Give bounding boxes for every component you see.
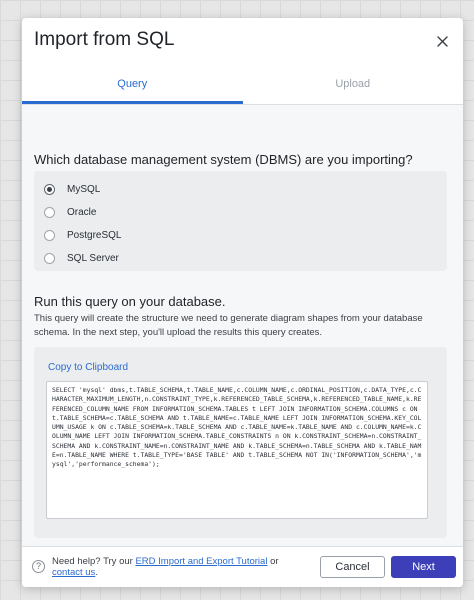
tab-upload[interactable]: Upload (243, 64, 464, 104)
option-label: MySQL (67, 183, 101, 195)
option-sql-server[interactable]: SQL Server (44, 250, 119, 266)
dialog-header: Import from SQL (22, 18, 463, 64)
query-heading: Run this query on your database. (34, 294, 226, 309)
option-label: PostgreSQL (67, 229, 122, 241)
sql-query-text[interactable]: SELECT 'mysql' dbms,t.TABLE_SCHEMA,t.TAB… (46, 381, 428, 519)
copy-to-clipboard-link[interactable]: Copy to Clipboard (48, 362, 128, 373)
import-sql-dialog: Import from SQL Query Upload Which datab… (22, 18, 463, 587)
radio-postgresql[interactable] (44, 229, 55, 241)
dialog-body: Which database management system (DBMS) … (22, 105, 463, 547)
tab-query[interactable]: Query (22, 64, 243, 104)
contact-us-link[interactable]: contact us (52, 567, 95, 578)
option-mysql[interactable]: MySQL (44, 181, 100, 197)
dialog-title: Import from SQL (34, 29, 175, 50)
query-panel: Copy to Clipboard SELECT 'mysql' dbms,t.… (34, 347, 447, 538)
cancel-button[interactable]: Cancel (320, 556, 385, 578)
erd-tutorial-link[interactable]: ERD Import and Export Tutorial (135, 556, 267, 567)
question-circle-icon: ? (32, 560, 45, 573)
query-description: This query will create the structure we … (34, 313, 423, 338)
radio-sql-server[interactable] (44, 252, 55, 264)
help-middle: or (267, 556, 279, 567)
close-icon (436, 35, 448, 47)
help-prefix: Need help? Try our (52, 556, 136, 567)
option-postgresql[interactable]: PostgreSQL (44, 227, 121, 243)
option-oracle[interactable]: Oracle (44, 204, 96, 220)
radio-oracle[interactable] (44, 206, 55, 218)
tab-bar: Query Upload (22, 64, 463, 105)
option-label: SQL Server (67, 252, 119, 264)
help-text: Need help? Try our ERD Import and Export… (52, 556, 302, 578)
next-button[interactable]: Next (391, 556, 456, 578)
option-label: Oracle (67, 206, 97, 218)
dbms-options: MySQL Oracle PostgreSQL SQL Server (34, 171, 447, 271)
dbms-question: Which database management system (DBMS) … (34, 152, 413, 167)
radio-mysql[interactable] (44, 183, 55, 195)
dialog-footer: ? Need help? Try our ERD Import and Expo… (22, 546, 463, 587)
help-suffix: . (95, 567, 98, 578)
close-button[interactable] (431, 30, 453, 52)
